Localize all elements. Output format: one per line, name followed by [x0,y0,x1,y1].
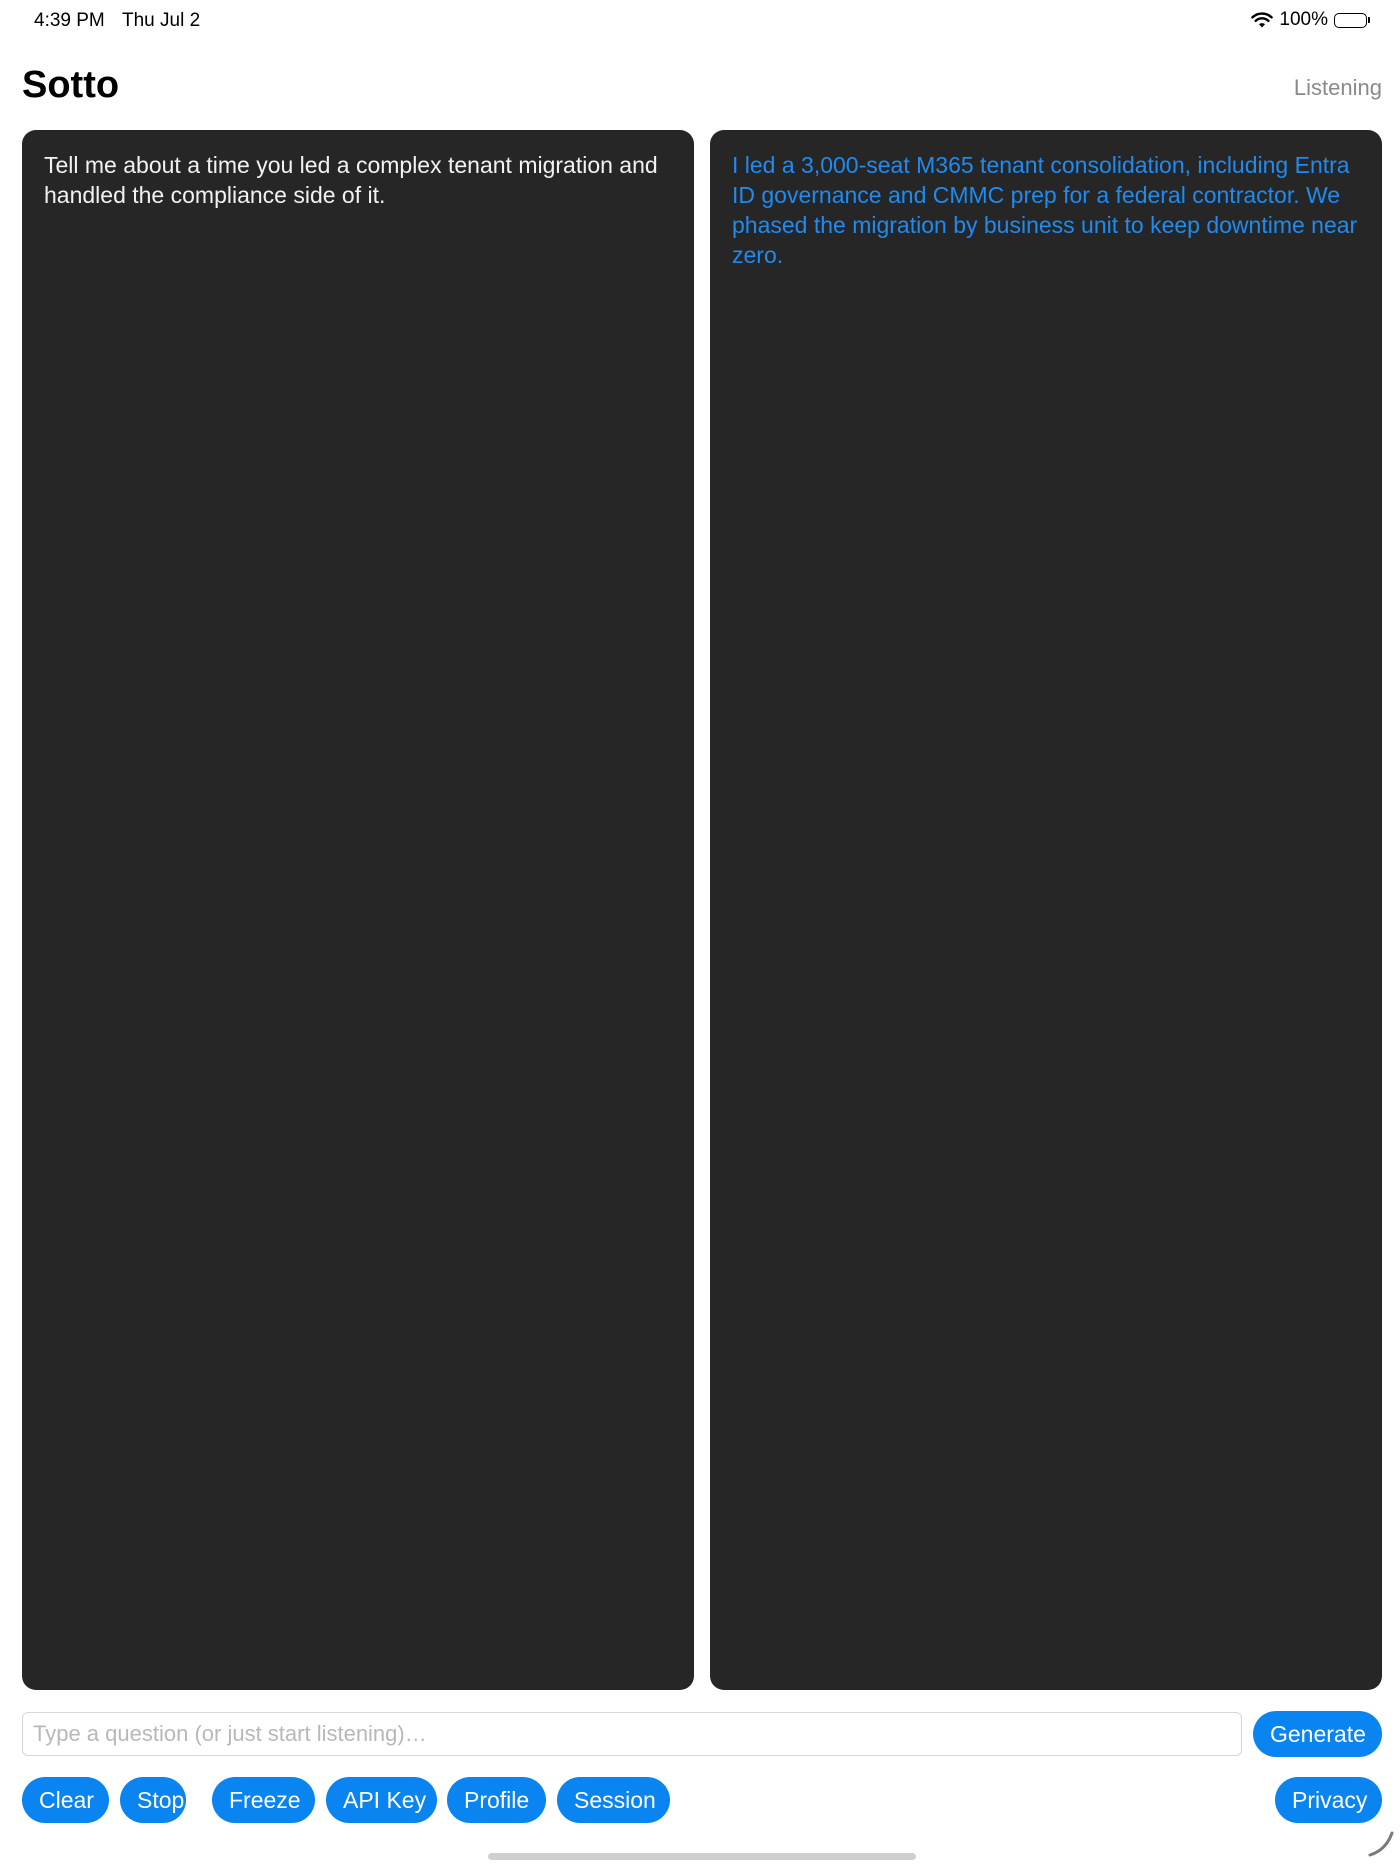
status-bar: 4:39 PM Thu Jul 2 100% [0,0,1400,44]
question-text: Tell me about a time you led a complex t… [44,152,658,208]
answer-panel: I led a 3,000-seat M365 tenant consolida… [710,130,1382,1690]
api-key-button[interactable]: API Key [326,1777,437,1823]
question-input[interactable] [22,1712,1242,1756]
question-panel: Tell me about a time you led a complex t… [22,130,694,1690]
listening-status: Listening [1293,75,1382,100]
stop-button[interactable]: Stop [120,1777,186,1823]
clear-button[interactable]: Clear [22,1777,109,1823]
app-window: 4:39 PM Thu Jul 2 100% Sotto Listening T… [0,0,1400,1867]
resize-handle-icon[interactable] [1366,1828,1396,1863]
status-indicators: 100% [1251,9,1370,31]
app-title: Sotto [22,64,120,106]
wifi-icon [1251,12,1274,28]
status-date: Thu Jul 2 [122,10,201,31]
answer-text: I led a 3,000-seat M365 tenant consolida… [732,152,1358,268]
profile-button[interactable]: Profile [447,1777,546,1823]
session-button[interactable]: Session [557,1777,670,1823]
freeze-button[interactable]: Freeze [212,1777,315,1823]
status-time: 4:39 PM [34,10,105,31]
privacy-button[interactable]: Privacy [1275,1777,1382,1823]
home-indicator[interactable] [488,1853,916,1860]
battery-percent: 100% [1279,9,1328,30]
generate-button[interactable]: Generate [1253,1711,1382,1757]
battery-icon [1334,12,1370,28]
